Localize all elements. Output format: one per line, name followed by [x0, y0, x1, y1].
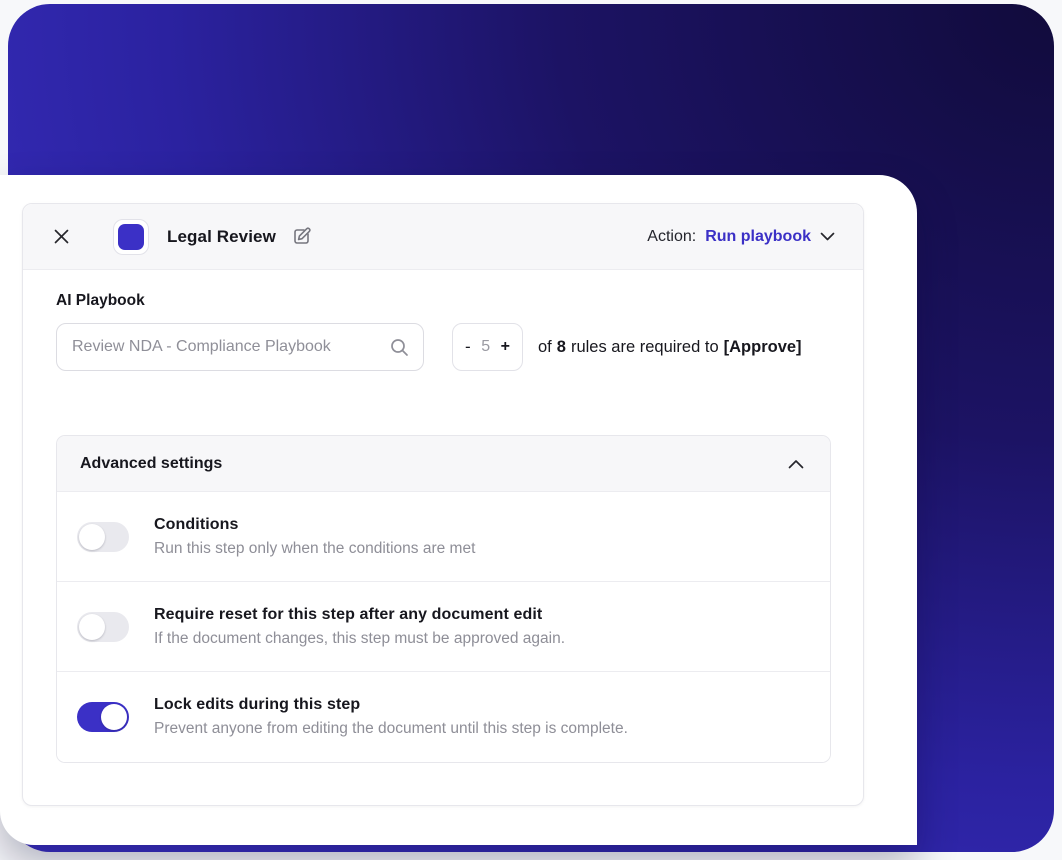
edit-pencil-icon: [294, 227, 311, 244]
setting-text: Lock edits during this step Prevent anyo…: [154, 696, 628, 738]
stepper-decrement-button[interactable]: -: [465, 337, 471, 357]
action-group: Action: Run playbook: [647, 228, 835, 246]
setting-title: Require reset for this step after any do…: [154, 605, 543, 623]
setting-text: Conditions Run this step only when the c…: [154, 516, 475, 558]
step-editor-card: Legal Review Action: Run playbook AI Pla…: [22, 203, 864, 806]
collapse-button[interactable]: [788, 459, 804, 469]
setting-row-conditions: Conditions Run this step only when the c…: [57, 492, 830, 582]
rules-text-of: of: [538, 337, 552, 356]
edit-title-button[interactable]: [291, 226, 312, 247]
card-header: Legal Review Action: Run playbook: [23, 204, 863, 270]
chevron-down-icon: [820, 232, 835, 241]
playbook-select-input[interactable]: Review NDA - Compliance Playbook: [56, 323, 424, 371]
step-color-tile: [113, 218, 149, 255]
setting-description: Run this step only when the conditions a…: [154, 539, 476, 557]
setting-description: Prevent anyone from editing the document…: [154, 720, 628, 737]
rules-count-stepper: - 5 +: [452, 323, 523, 371]
search-icon: [391, 338, 408, 356]
content-sheet: Legal Review Action: Run playbook AI Pla…: [0, 175, 917, 845]
rules-text-target: [Approve]: [723, 337, 802, 356]
setting-title: Lock edits during this step: [154, 696, 361, 713]
require-reset-toggle[interactable]: [77, 611, 129, 642]
toggle-knob: [79, 613, 105, 640]
setting-title: Conditions: [154, 515, 239, 533]
playbook-input-value: Review NDA - Compliance Playbook: [72, 338, 331, 355]
step-color-swatch-icon: [118, 223, 144, 250]
setting-description: If the document changes, this step must …: [154, 629, 566, 647]
toggle-knob: [79, 523, 105, 550]
conditions-toggle[interactable]: [77, 521, 129, 552]
close-icon: [54, 229, 68, 244]
close-button[interactable]: [49, 225, 73, 249]
action-select[interactable]: Run playbook: [705, 228, 835, 246]
action-label: Action:: [647, 227, 697, 245]
toggle-knob: [101, 704, 127, 730]
title-group: Legal Review: [113, 218, 312, 255]
step-title: Legal Review: [167, 226, 276, 246]
stepper-value: 5: [481, 338, 491, 355]
advanced-settings-header[interactable]: Advanced settings: [57, 436, 830, 492]
advanced-settings-section: Advanced settings Conditions Run this st…: [56, 435, 831, 763]
playbook-label: AI Playbook: [56, 292, 145, 309]
action-value: Run playbook: [705, 227, 811, 245]
rules-text-body: rules are required to: [570, 337, 719, 356]
setting-row-lock-edits: Lock edits during this step Prevent anyo…: [57, 672, 830, 762]
chevron-up-icon: [788, 459, 804, 468]
stepper-increment-button[interactable]: +: [501, 338, 510, 356]
lock-edits-toggle[interactable]: [77, 702, 129, 732]
rules-text-count: 8: [556, 337, 566, 356]
rules-required-text: of 8 rules are required to [Approve]: [538, 338, 802, 357]
playbook-controls-row: Review NDA - Compliance Playbook - 5 + o…: [56, 323, 831, 371]
card-body: AI Playbook Review NDA - Compliance Play…: [23, 270, 863, 805]
setting-text: Require reset for this step after any do…: [154, 606, 565, 648]
setting-row-require-reset: Require reset for this step after any do…: [57, 582, 830, 672]
advanced-settings-title: Advanced settings: [80, 454, 223, 472]
